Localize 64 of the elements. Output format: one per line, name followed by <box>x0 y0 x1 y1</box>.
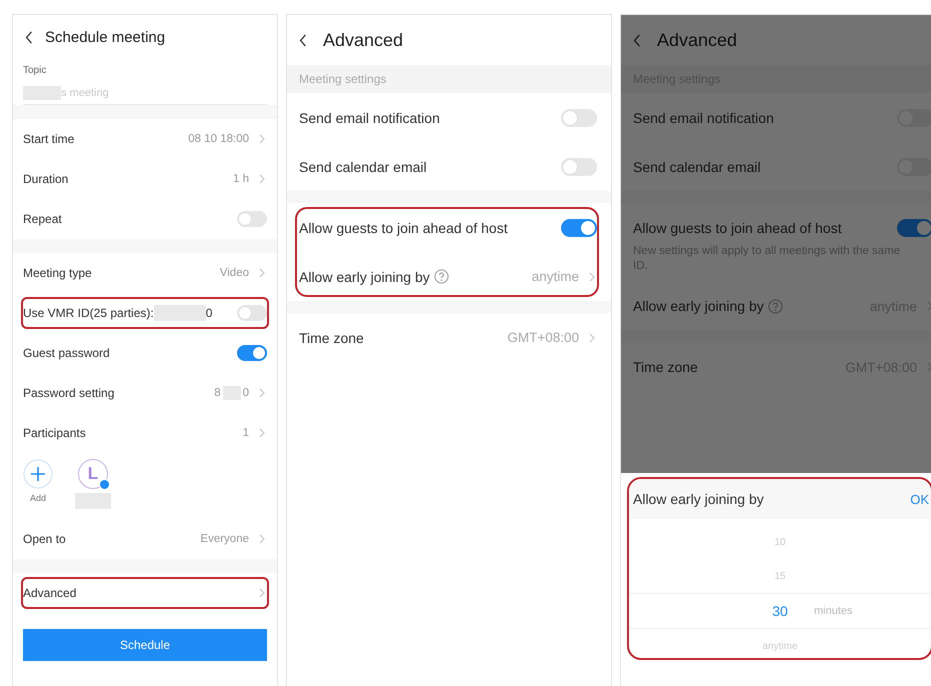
chevron-right-icon <box>259 588 265 598</box>
setting-value[interactable]: anytime <box>532 269 579 284</box>
back-icon[interactable] <box>299 34 307 46</box>
setting-label[interactable]: Advanced <box>23 586 76 600</box>
setting-label[interactable]: Open to <box>23 532 66 546</box>
toggle-switch[interactable] <box>897 218 931 236</box>
setting-label: Allow early joining by <box>633 298 764 314</box>
section-header: Meeting settings <box>299 72 386 86</box>
setting-label[interactable]: Repeat <box>23 212 62 226</box>
chevron-right-icon <box>259 134 265 144</box>
toggle-switch[interactable] <box>561 218 597 236</box>
screen-title: Advanced <box>657 30 738 50</box>
add-participant-icon[interactable] <box>23 459 53 489</box>
picker-title: Allow early joining by <box>633 491 764 507</box>
setting-label: Allow guests to join ahead of host <box>299 220 508 236</box>
setting-label: Allow early joining by <box>299 268 430 284</box>
toggle-switch[interactable] <box>561 108 597 126</box>
ok-button[interactable]: OK <box>908 492 931 506</box>
setting-label: Time zone <box>633 359 698 376</box>
row-value: 8 <box>214 387 221 399</box>
chevron-right-icon <box>589 332 595 342</box>
toggle-switch[interactable] <box>561 158 597 176</box>
setting-label: Send email notification <box>633 110 774 126</box>
unit-label: minutes <box>814 605 853 617</box>
add-label: Add <box>30 493 46 503</box>
setting-label[interactable]: Duration <box>23 172 68 186</box>
row-value: Video <box>220 267 249 279</box>
row-value: 1 h <box>233 173 249 185</box>
setting-label[interactable]: Use VMR ID(25 parties): <box>23 306 154 320</box>
toggle-switch[interactable] <box>237 211 267 227</box>
setting-label[interactable]: Guest password <box>23 346 110 360</box>
setting-label[interactable]: Start time <box>23 132 74 146</box>
setting-label[interactable]: Participants <box>23 426 86 440</box>
chevron-right-icon <box>589 272 595 282</box>
chevron-right-icon <box>259 268 265 278</box>
help-icon[interactable] <box>434 269 449 284</box>
topic-label: Topic <box>23 65 48 76</box>
toggle-switch[interactable] <box>237 345 267 361</box>
id-suffix: 0 <box>206 306 212 320</box>
screen-title: Schedule meeting <box>45 28 166 46</box>
password-suffix: 0 <box>242 387 249 399</box>
chevron-right-icon <box>259 428 265 438</box>
setting-label: Send calendar email <box>299 158 427 174</box>
help-icon[interactable] <box>768 298 783 314</box>
setting-label[interactable]: Password setting <box>23 386 114 400</box>
setting-label[interactable]: Meeting type <box>23 266 92 280</box>
setting-label: Allow guests to join ahead of host <box>633 220 842 236</box>
back-icon[interactable] <box>25 30 33 44</box>
setting-label: Send calendar email <box>633 158 761 174</box>
picker-option[interactable]: 30 <box>772 603 788 619</box>
setting-value[interactable]: GMT+08:00 <box>507 330 579 345</box>
chevron-right-icon <box>259 174 265 184</box>
setting-label: Time zone <box>299 330 364 346</box>
host-badge-icon <box>99 479 110 490</box>
chevron-right-icon <box>259 388 265 398</box>
row-value: Everyone <box>200 533 249 545</box>
row-value: 08 10 18:00 <box>188 133 249 145</box>
setting-label: Send email notification <box>299 110 440 126</box>
screen-title: Advanced <box>323 30 404 50</box>
toggle-switch[interactable] <box>237 305 267 321</box>
avatar: L <box>78 459 108 489</box>
schedule-button[interactable]: Schedule <box>23 629 267 661</box>
row-value: 1 <box>242 427 249 439</box>
chevron-right-icon <box>259 534 265 544</box>
